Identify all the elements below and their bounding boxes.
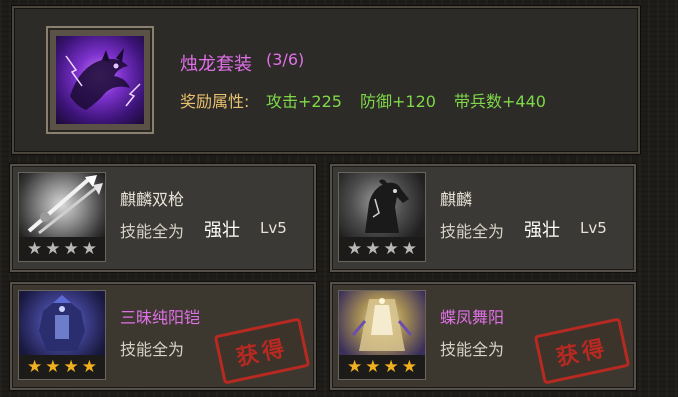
star-rating: ★ ★ ★ ★ <box>19 237 105 261</box>
item-thumbnail[interactable]: ★ ★ ★ ★ <box>338 290 426 380</box>
skill-level: Lv5 <box>580 219 607 237</box>
star-rating: ★ ★ ★ ★ <box>339 237 425 261</box>
skill-level: Lv5 <box>260 219 287 237</box>
item-thumbnail[interactable]: ★ ★ ★ ★ <box>338 172 426 262</box>
star-icon: ★ <box>365 238 381 259</box>
horse-icon <box>339 173 425 237</box>
star-icon: ★ <box>81 238 97 259</box>
item-name: 三昧纯阳铠 <box>120 308 201 327</box>
set-attr-label: 奖励属性: <box>180 92 250 111</box>
skill-label: 技能全为 <box>440 340 505 359</box>
star-icon: ★ <box>45 356 61 377</box>
star-icon: ★ <box>81 356 97 377</box>
star-rating: ★ ★ ★ ★ <box>19 355 105 379</box>
star-icon: ★ <box>27 238 43 259</box>
star-icon: ★ <box>347 356 363 377</box>
skill-label: 技能全为 <box>120 222 185 241</box>
item-name: 麒麟 <box>440 190 473 209</box>
obtained-stamp: 获得 <box>213 317 311 385</box>
equipment-card[interactable]: ★ ★ ★ ★ 蝶凤舞阳 技能全为 获得 <box>330 282 636 390</box>
armor-icon <box>19 291 105 355</box>
star-icon: ★ <box>383 356 399 377</box>
cape-icon <box>339 291 425 355</box>
equipment-card[interactable]: ★ ★ ★ ★ 麒麟双枪 技能全为 强壮 Lv5 <box>10 164 316 272</box>
set-bonus-panel: 烛龙套装 (3/6) 奖励属性: 攻击+225 防御+120 带兵数+440 <box>12 6 640 154</box>
star-icon: ★ <box>63 356 79 377</box>
set-defense-bonus: 防御+120 <box>360 92 436 111</box>
star-icon: ★ <box>45 238 61 259</box>
equipment-card[interactable]: ★ ★ ★ ★ 麒麟 技能全为 强壮 Lv5 <box>330 164 636 272</box>
star-icon: ★ <box>63 238 79 259</box>
equipment-card[interactable]: ★ ★ ★ ★ 三昧纯阳铠 技能全为 获得 <box>10 282 316 390</box>
set-count: (3/6) <box>266 50 305 69</box>
star-rating: ★ ★ ★ ★ <box>339 355 425 379</box>
set-troops-bonus: 带兵数+440 <box>454 92 546 111</box>
star-icon: ★ <box>365 356 381 377</box>
item-thumbnail[interactable]: ★ ★ ★ ★ <box>18 172 106 262</box>
obtained-stamp: 获得 <box>533 317 631 385</box>
star-icon: ★ <box>401 238 417 259</box>
skill-value: 强壮 <box>524 220 560 241</box>
item-name: 蝶凤舞阳 <box>440 308 505 327</box>
skill-value: 强壮 <box>204 220 240 241</box>
twin-spear-icon <box>19 173 105 237</box>
star-icon: ★ <box>27 356 43 377</box>
set-attack-bonus: 攻击+225 <box>266 92 342 111</box>
skill-label: 技能全为 <box>120 340 185 359</box>
item-name: 麒麟双枪 <box>120 190 185 209</box>
star-icon: ★ <box>347 238 363 259</box>
star-icon: ★ <box>401 356 417 377</box>
skill-label: 技能全为 <box>440 222 505 241</box>
item-thumbnail[interactable]: ★ ★ ★ ★ <box>18 290 106 380</box>
set-name: 烛龙套装 <box>180 54 252 75</box>
set-icon-frame[interactable] <box>46 26 154 134</box>
purple-dragon-icon <box>56 36 144 124</box>
star-icon: ★ <box>383 238 399 259</box>
